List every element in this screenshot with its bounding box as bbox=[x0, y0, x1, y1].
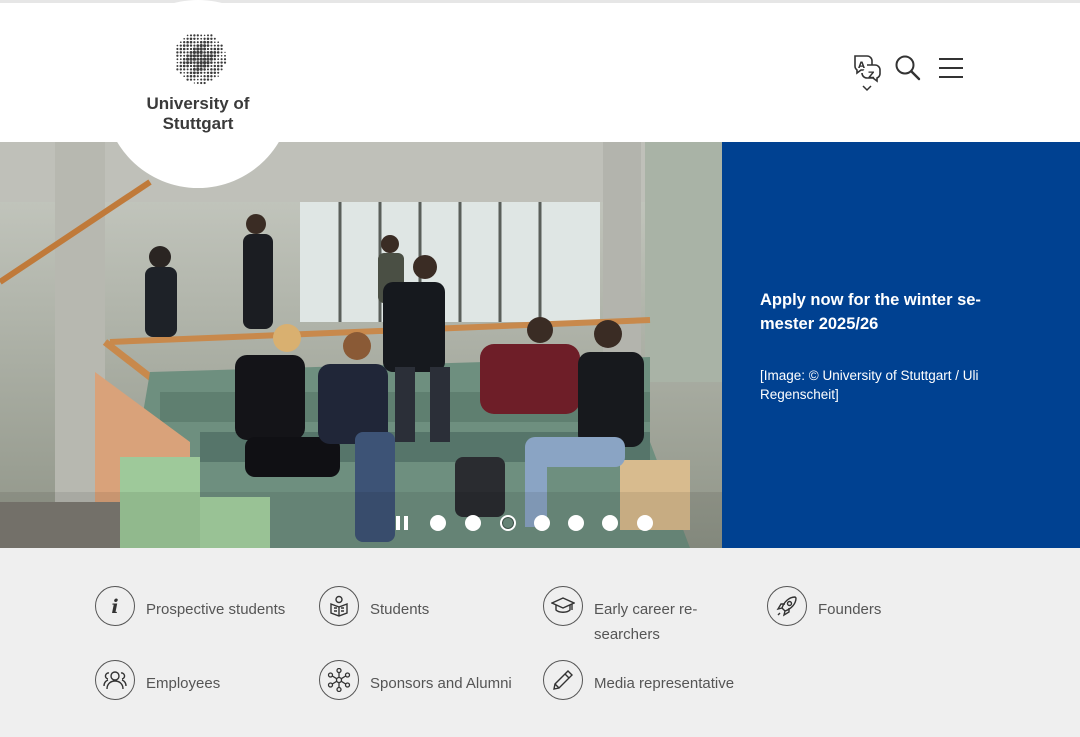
link-label: Employees bbox=[146, 675, 221, 692]
svg-text:A: A bbox=[858, 61, 865, 71]
slide-dot-6[interactable] bbox=[602, 515, 618, 531]
link-early-career-researchers[interactable]: Early career re-searchers bbox=[543, 586, 743, 643]
link-label: Prospective students bbox=[146, 601, 286, 618]
hero-image-credit: [Image: © University of Stuttgart / Uli … bbox=[760, 368, 979, 402]
link-founders[interactable]: Founders bbox=[767, 586, 937, 630]
logo-wordmark: University of Stuttgart bbox=[128, 94, 268, 134]
slide-dot-4[interactable] bbox=[534, 515, 550, 531]
mortarboard-icon bbox=[543, 586, 583, 626]
language-icon[interactable]: A Z bbox=[850, 53, 884, 95]
link-label: Founders bbox=[818, 601, 882, 618]
people-icon bbox=[95, 660, 135, 700]
link-media-representative[interactable]: Media representative bbox=[543, 660, 753, 704]
link-sponsors-alumni[interactable]: Sponsors and Alumni bbox=[319, 660, 529, 704]
student-icon bbox=[319, 586, 359, 626]
menu-icon[interactable] bbox=[938, 55, 964, 81]
link-label: Early career re-searchers bbox=[594, 601, 698, 643]
slide-dot-5[interactable] bbox=[568, 515, 584, 531]
logo-line-2: Stuttgart bbox=[162, 114, 234, 133]
header-icons: A Z bbox=[848, 53, 968, 93]
target-group-links: i Prospective students Students Early ca… bbox=[0, 548, 1080, 737]
pencil-icon bbox=[543, 660, 583, 700]
search-icon[interactable] bbox=[894, 53, 922, 83]
university-logo[interactable]: University of Stuttgart bbox=[128, 30, 268, 140]
slide-dot-2[interactable] bbox=[465, 515, 481, 531]
slide-dot-3[interactable] bbox=[500, 515, 516, 531]
rocket-icon bbox=[767, 586, 807, 626]
svg-text:Z: Z bbox=[868, 71, 875, 81]
svg-text:i: i bbox=[111, 596, 118, 618]
hero-slider: Apply now for the winter se-mester 2025/… bbox=[0, 142, 1080, 548]
network-icon bbox=[319, 660, 359, 700]
link-students[interactable]: Students bbox=[319, 586, 519, 630]
link-prospective-students[interactable]: i Prospective students bbox=[95, 586, 305, 630]
link-label: Media representative bbox=[594, 675, 735, 692]
link-employees[interactable]: Employees bbox=[95, 660, 295, 704]
slide-dot-1[interactable] bbox=[430, 515, 446, 531]
link-label: Students bbox=[370, 601, 430, 618]
hero-text-panel: Apply now for the winter se-mester 2025/… bbox=[722, 142, 1080, 548]
logo-dot-pattern bbox=[176, 34, 227, 85]
hero-photo bbox=[0, 142, 722, 548]
link-label: Sponsors and Alumni bbox=[370, 675, 512, 692]
pause-icon[interactable] bbox=[393, 515, 411, 531]
slider-controls bbox=[393, 514, 663, 532]
logo-line-1: University of bbox=[146, 94, 250, 113]
slide-dot-7[interactable] bbox=[637, 515, 653, 531]
info-icon: i bbox=[95, 586, 135, 626]
hero-title-link[interactable]: Apply now for the winter se-mester 2025/… bbox=[760, 288, 1000, 336]
